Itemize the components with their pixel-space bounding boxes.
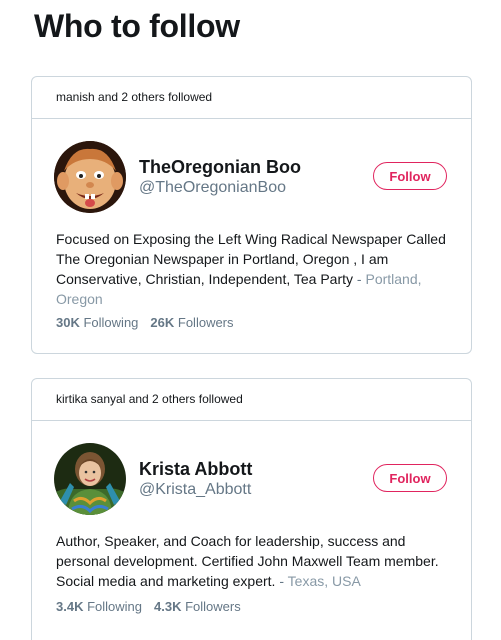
- account-location: Texas, USA: [287, 573, 361, 589]
- following-count: 3.4K: [56, 599, 84, 614]
- account-bio: Focused on Exposing the Left Wing Radica…: [56, 229, 456, 309]
- followers-label: Followers: [177, 315, 234, 330]
- account-name[interactable]: TheOregonian Boo: [139, 157, 301, 178]
- followers-label: Followers: [185, 599, 241, 614]
- following-label: Following: [87, 599, 143, 614]
- account-stats: 30K Following 26K Followers: [56, 315, 234, 330]
- follow-button[interactable]: Follow: [373, 464, 447, 492]
- followers-count: 4.3K: [154, 599, 182, 614]
- page-title: Who to follow: [34, 8, 240, 44]
- person-photo-avatar[interactable]: [54, 443, 126, 515]
- cartoon-face-avatar[interactable]: [54, 141, 126, 213]
- following-count: 30K: [56, 315, 80, 330]
- suggestion-card[interactable]: manish and 2 others followed TheOregonia…: [31, 76, 472, 354]
- account-handle[interactable]: @Krista_Abbott: [139, 481, 251, 499]
- bio-separator: -: [279, 573, 285, 589]
- account-bio: Author, Speaker, and Coach for leadershi…: [56, 531, 456, 591]
- bio-text: Author, Speaker, and Coach for leadershi…: [56, 533, 439, 589]
- follow-button[interactable]: Follow: [373, 162, 447, 190]
- followers-count: 26K: [150, 315, 175, 330]
- account-name[interactable]: Krista Abbott: [139, 459, 252, 480]
- following-label: Following: [83, 315, 139, 330]
- account-handle[interactable]: @TheOregonianBoo: [139, 179, 286, 197]
- social-context: kirtika sanyal and 2 others followed: [32, 379, 471, 421]
- suggestion-card[interactable]: kirtika sanyal and 2 others followed Kri…: [31, 378, 472, 640]
- account-stats: 3.4K Following 4.3K Followers: [56, 599, 241, 614]
- social-context: manish and 2 others followed: [32, 77, 471, 119]
- bio-separator: -: [356, 271, 362, 287]
